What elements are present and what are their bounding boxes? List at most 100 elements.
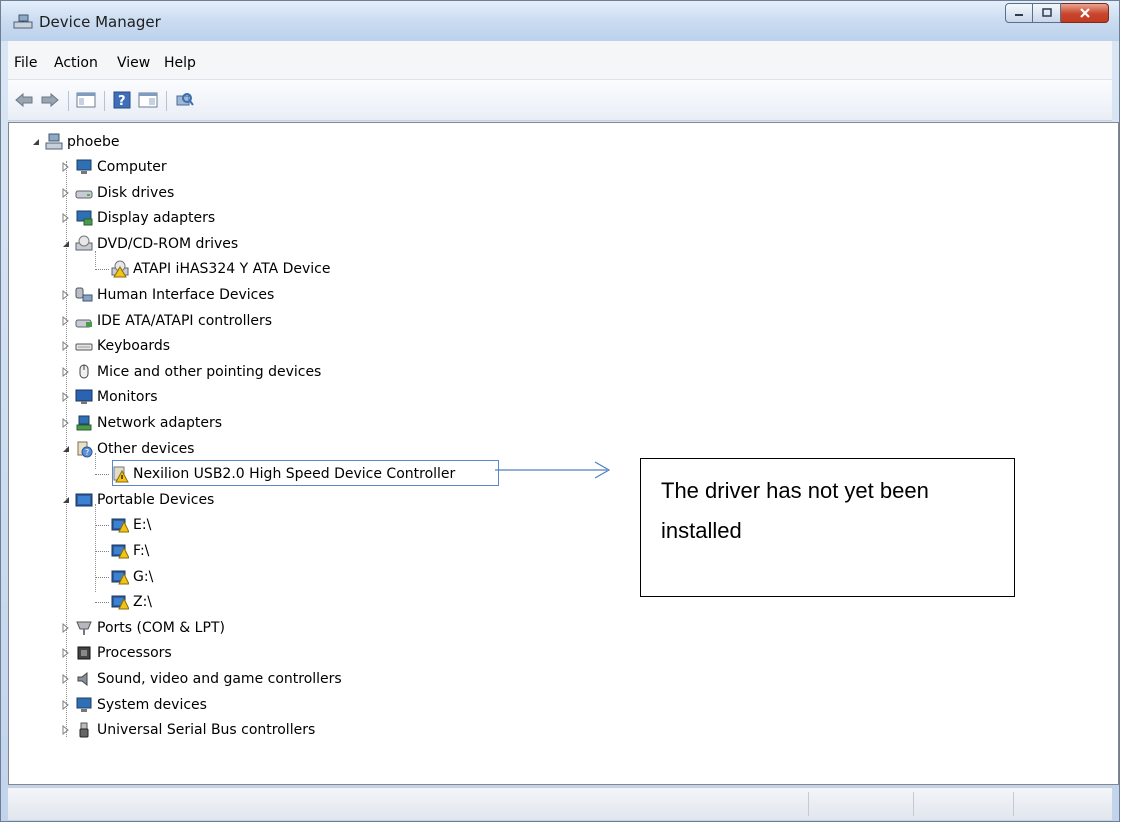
tree-item[interactable]: Sound, video and game controllers (61, 667, 342, 691)
tree-item[interactable]: E:\ (95, 513, 151, 537)
unknown-device-icon: ? (75, 440, 93, 458)
tree-item[interactable]: Computer (61, 155, 167, 179)
expand-icon[interactable] (61, 213, 71, 223)
network-adapter-icon (75, 414, 93, 432)
system-device-icon (75, 696, 93, 714)
collapse-icon[interactable] (61, 239, 71, 249)
tree-item[interactable]: IDE ATA/ATAPI controllers (61, 309, 272, 333)
callout-box: The driver has not yet been installed (640, 458, 1015, 597)
tree-item-label: Processors (97, 645, 172, 661)
toolbar-separator (68, 91, 69, 111)
svg-text:?: ? (118, 94, 126, 109)
tree-item[interactable]: Ports (COM & LPT) (61, 616, 225, 640)
tree-item[interactable]: Display adapters (61, 206, 215, 230)
portable-device-icon (75, 491, 93, 509)
expand-icon[interactable] (61, 700, 71, 710)
tree-item-label: Portable Devices (97, 492, 215, 508)
scan-hardware-icon (176, 93, 194, 106)
tree-item[interactable]: Processors (61, 641, 172, 665)
show-action-pane-button[interactable] (138, 91, 158, 113)
expand-icon[interactable] (61, 188, 71, 198)
status-divider (1013, 792, 1014, 816)
tree-root[interactable]: phoebe (31, 130, 119, 154)
status-bar (8, 787, 1112, 820)
tree-item[interactable]: DVD/CD-ROM drives (61, 232, 238, 256)
device-tree-pane[interactable]: phoebe Computer Disk drives Display adapte… (8, 122, 1119, 785)
device-manager-icon (13, 14, 33, 34)
tree-branch (95, 473, 109, 475)
tree-item[interactable]: ATAPI iHAS324 Y ATA Device (95, 257, 330, 281)
tree-item-label: Network adapters (97, 415, 222, 431)
title-bar[interactable]: Device Manager (1, 1, 1119, 41)
maximize-button[interactable] (1033, 3, 1061, 23)
back-button[interactable] (14, 91, 34, 113)
portable-drive-warning-icon (111, 516, 130, 534)
tree-item-label: Ports (COM & LPT) (97, 620, 225, 636)
monitor-icon (75, 388, 93, 406)
tree-item-label: Human Interface Devices (97, 287, 275, 303)
collapse-icon (33, 139, 39, 145)
tree-item-label: IDE ATA/ATAPI controllers (97, 313, 273, 329)
tree-item[interactable]: G:\ (95, 565, 153, 589)
usb-icon (75, 721, 93, 739)
scan-hardware-changes-button[interactable] (174, 91, 194, 113)
forward-button[interactable] (40, 91, 60, 113)
tree-item[interactable]: Keyboards (61, 334, 170, 358)
expand-icon[interactable] (61, 392, 71, 402)
expand-icon[interactable] (61, 341, 71, 351)
processor-icon (75, 644, 93, 662)
expand-icon[interactable] (61, 725, 71, 735)
expand-icon[interactable] (61, 316, 71, 326)
tree-item[interactable]: F:\ (95, 539, 149, 563)
menu-help[interactable]: Help (164, 55, 196, 71)
tree-item[interactable]: System devices (61, 693, 207, 717)
expand-icon[interactable] (61, 162, 71, 172)
menu-file[interactable]: File (14, 55, 37, 71)
tree-item[interactable]: Network adapters (61, 411, 222, 435)
menu-view[interactable]: View (117, 55, 150, 71)
expand-icon[interactable] (61, 418, 71, 428)
help-button[interactable]: ? (112, 91, 132, 113)
tree-item[interactable]: ? Other devices (61, 437, 194, 461)
speaker-icon (75, 670, 93, 688)
tree-item[interactable]: Monitors (61, 385, 158, 409)
expand-icon[interactable] (61, 674, 71, 684)
hid-icon (75, 286, 93, 304)
computer-icon (75, 158, 93, 176)
expand-icon[interactable] (61, 623, 71, 633)
tree-item[interactable]: Universal Serial Bus controllers (61, 718, 315, 742)
expand-icon[interactable] (61, 290, 71, 300)
status-divider (913, 792, 914, 816)
ide-controller-icon (75, 312, 93, 330)
tree-root-label: phoebe (67, 134, 120, 150)
port-icon (75, 619, 93, 637)
tree-item-label: System devices (97, 697, 207, 713)
menu-action[interactable]: Action (54, 55, 98, 71)
tree-item-label: Other devices (97, 441, 195, 457)
tree-branch (95, 524, 109, 526)
collapse-icon[interactable] (61, 495, 71, 505)
expand-icon[interactable] (61, 367, 71, 377)
tree-item-label: Sound, video and game controllers (97, 671, 342, 687)
tree-item[interactable]: Disk drives (61, 181, 174, 205)
expand-icon[interactable] (61, 648, 71, 658)
tree-item[interactable]: Mice and other pointing devices (61, 360, 321, 384)
dvd-device-warning-icon (111, 260, 129, 278)
keyboard-icon (75, 337, 93, 355)
toolbar: ? (8, 80, 1112, 121)
minimize-button[interactable] (1005, 3, 1033, 23)
collapse-icon[interactable] (61, 444, 71, 454)
tree-item-label: ATAPI iHAS324 Y ATA Device (133, 261, 331, 277)
show-hide-console-tree-button[interactable] (76, 91, 96, 113)
tree-item[interactable]: Z:\ (95, 590, 152, 614)
tree-item-label: Keyboards (97, 338, 171, 354)
display-adapter-icon (75, 209, 93, 227)
tree-item[interactable]: Human Interface Devices (61, 283, 274, 307)
callout-arrow (495, 461, 611, 479)
console-tree-icon (76, 92, 96, 108)
toolbar-separator (166, 91, 167, 111)
tree-item[interactable]: Portable Devices (61, 488, 214, 512)
svg-text:?: ? (85, 448, 89, 457)
close-button[interactable] (1061, 3, 1109, 23)
menu-bar: File Action View Help (8, 41, 1112, 80)
